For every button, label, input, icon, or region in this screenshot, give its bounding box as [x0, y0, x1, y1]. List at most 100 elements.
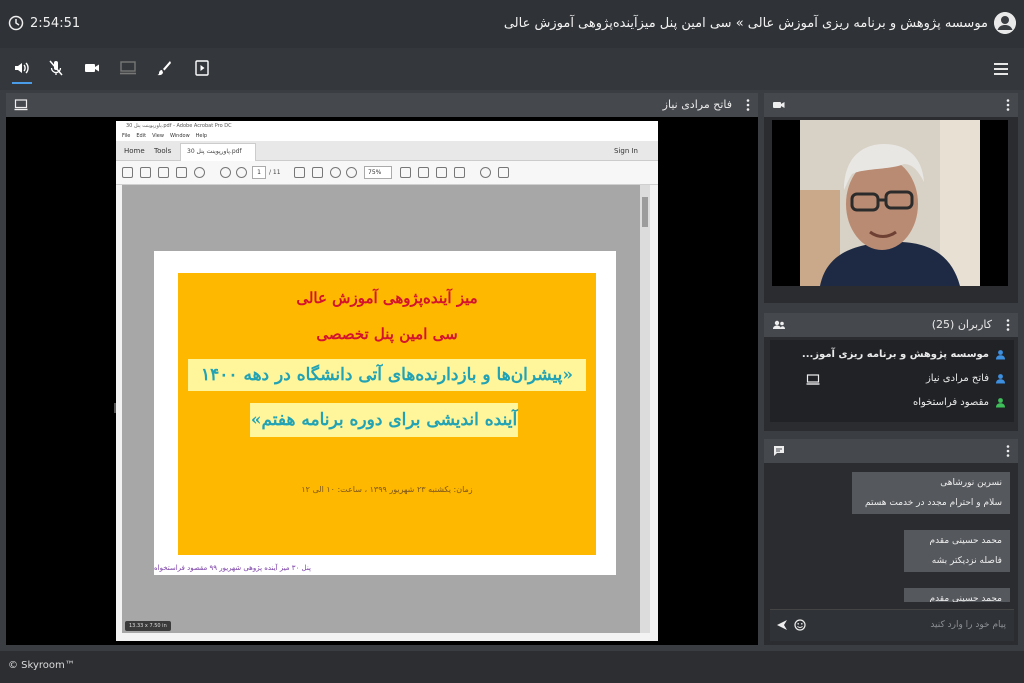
menu-button[interactable] [992, 60, 1010, 78]
brush-icon [157, 61, 171, 76]
slide-line-3: «پیشران‌ها و بازدارنده‌های آتی دانشگاه د… [188, 359, 586, 391]
brand-label: © Skyroom™ [8, 660, 75, 671]
zoom-out-icon[interactable] [330, 167, 341, 178]
share-panel-header: فاتح مرادی نیاز [6, 93, 758, 117]
menu-view[interactable]: View [152, 131, 164, 141]
speaker-video-feed [800, 120, 980, 286]
search-icon[interactable] [194, 167, 205, 178]
top-bar: 2:54:51 موسسه پژوهش و برنامه ریزی آموزش … [0, 0, 1024, 48]
more-options-icon[interactable] [1006, 98, 1010, 112]
send-icon[interactable] [776, 619, 788, 631]
users-count-title: کاربران (25) [931, 318, 992, 331]
user-icon [994, 12, 1016, 34]
webcam-panel-header [764, 93, 1018, 117]
rotate-icon[interactable] [436, 167, 447, 178]
video-camera-icon [85, 64, 99, 72]
document-tab-label: پاورپوینت پنل 30.pdf [187, 148, 242, 155]
presenter-name: فاتح مرادی نیاز [662, 98, 732, 111]
camera-button[interactable] [82, 58, 102, 78]
user-name: مقصود فراستخواه [913, 396, 989, 408]
users-panel-header: کاربران (25) [764, 313, 1018, 337]
crop-icon[interactable] [400, 167, 411, 178]
page-size-badge: 13.33 x 7.50 in [125, 621, 171, 631]
upload-icon[interactable] [140, 167, 151, 178]
speaker-button[interactable] [12, 58, 32, 84]
screen-share-button[interactable] [118, 58, 138, 78]
slideshow-icon [195, 60, 209, 76]
shared-acrobat-window: پاورپوینت پنل 30.pdf - Adobe Acrobat Pro… [116, 121, 658, 641]
user-item[interactable]: موسسه پژوهش و برنامه ریزی آموز... [802, 343, 1006, 365]
select-tool-icon[interactable] [294, 167, 305, 178]
emoji-icon[interactable] [794, 619, 806, 631]
video-camera-icon [773, 102, 785, 108]
acrobat-menu-bar: File Edit View Window Help [116, 131, 658, 141]
speaker-portrait [800, 120, 980, 286]
pdf-page: میز آینده‌پژوهی آموزش عالی سی امین پنل ت… [154, 251, 616, 575]
page-down-icon[interactable] [236, 167, 247, 178]
page-up-icon[interactable] [220, 167, 231, 178]
acrobat-title-bar: پاورپوینت پنل 30.pdf - Adobe Acrobat Pro… [116, 121, 658, 131]
pen-icon[interactable] [498, 167, 509, 178]
acrobat-toolbar: 1 / 11 75% [116, 161, 658, 185]
chat-panel: نسرین نورشاهی سلام و احترام مجدد در خدمت… [764, 439, 1018, 645]
speaker-icon [15, 62, 29, 74]
mic-button[interactable] [46, 58, 66, 78]
fit-page-icon[interactable] [418, 167, 429, 178]
chat-input[interactable]: پیام خود را وارد کنید [770, 609, 1014, 641]
more-options-icon[interactable] [1006, 318, 1010, 332]
menu-help[interactable]: Help [196, 131, 207, 141]
tab-tools[interactable]: Tools [154, 147, 171, 155]
print-icon[interactable] [158, 167, 169, 178]
save-icon[interactable] [122, 167, 133, 178]
tab-document[interactable]: پاورپوینت پنل 30.pdf [180, 143, 256, 161]
slide-line-1: میز آینده‌پژوهی آموزش عالی [296, 289, 478, 307]
users-panel: کاربران (25) موسسه پژوهش و برنامه ریزی آ… [764, 313, 1018, 431]
toolbar [0, 48, 1024, 90]
comment-icon[interactable] [480, 167, 491, 178]
message-sender: محمد حسینی مقدم [929, 594, 1002, 602]
menu-edit[interactable]: Edit [136, 131, 146, 141]
whiteboard-button[interactable] [154, 58, 174, 78]
screen-share-panel: فاتح مرادی نیاز پاورپوینت پنل 30.pdf - A… [6, 93, 758, 645]
sign-in-link[interactable]: Sign In [614, 147, 638, 155]
menu-file[interactable]: File [122, 131, 130, 141]
document-scrollbar[interactable] [640, 185, 650, 633]
zoom-level-select[interactable]: 75% [364, 166, 392, 179]
more-options-icon[interactable] [746, 98, 750, 112]
timer-text: 2:54:51 [30, 15, 81, 31]
user-avatar[interactable] [994, 12, 1016, 34]
slide-date-time: زمان: یکشنبه ۲۳ شهریور ۱۳۹۹ ، ساعت: ۱۰ ا… [301, 485, 473, 494]
webcam-video[interactable] [772, 120, 1008, 286]
hand-tool-icon[interactable] [312, 167, 323, 178]
acrobat-window-title: پاورپوینت پنل 30.pdf - Adobe Acrobat Pro… [126, 123, 232, 129]
hamburger-icon [994, 63, 1008, 75]
user-icon [996, 373, 1005, 383]
user-item[interactable]: فاتح مرادی نیاز [926, 367, 1006, 389]
bottom-bar: © Skyroom™ [0, 651, 1024, 683]
more-options-icon[interactable] [1006, 444, 1010, 458]
slide-line-2: سی امین پنل تخصصی [316, 325, 458, 343]
monitor-icon [120, 61, 136, 75]
email-icon[interactable] [176, 167, 187, 178]
screen-sharing-icon [806, 374, 820, 385]
zoom-in-icon[interactable] [346, 167, 357, 178]
tab-home[interactable]: Home [124, 147, 145, 155]
scrollbar-thumb[interactable] [642, 197, 648, 227]
slide-content: میز آینده‌پژوهی آموزش عالی سی امین پنل ت… [178, 273, 596, 555]
page-number-input[interactable]: 1 [252, 166, 266, 179]
chat-input-placeholder: پیام خود را وارد کنید [930, 620, 1006, 630]
user-item[interactable]: مقصود فراستخواه [913, 391, 1006, 413]
webcam-panel [764, 93, 1018, 303]
chat-message: نسرین نورشاهی سلام و احترام مجدد در خدمت… [852, 472, 1010, 514]
user-icon [996, 349, 1005, 359]
acrobat-tab-bar: Home Tools پاورپوینت پنل 30.pdf Sign In [116, 141, 658, 161]
presentation-button[interactable] [192, 58, 212, 78]
stamp-icon[interactable] [454, 167, 465, 178]
acrobat-document-view[interactable]: میز آینده‌پژوهی آموزش عالی سی امین پنل ت… [122, 185, 650, 633]
chat-icon [774, 446, 784, 456]
users-list: موسسه پژوهش و برنامه ریزی آموز... فاتح م… [770, 340, 1014, 422]
chat-messages[interactable]: نسرین نورشاهی سلام و احترام مجدد در خدمت… [770, 466, 1014, 602]
chat-message: محمد حسینی مقدم [904, 588, 1010, 602]
mic-off-icon [49, 60, 63, 76]
menu-window[interactable]: Window [170, 131, 190, 141]
